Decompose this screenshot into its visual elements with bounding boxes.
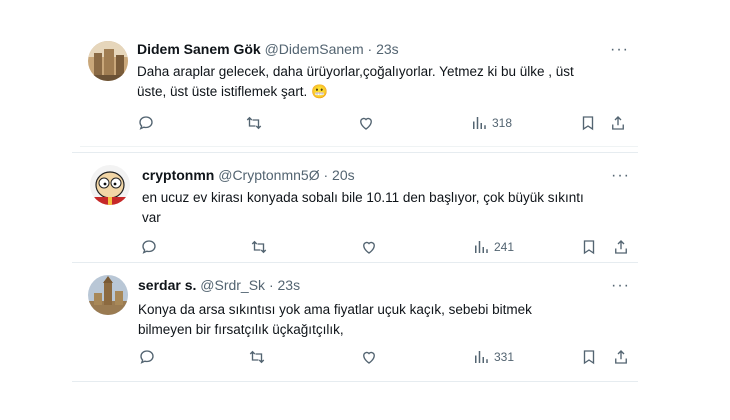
separator: · [323,167,329,183]
action-bar: 241 [140,237,630,257]
separator: · [268,277,274,293]
handle[interactable]: @Cryptonmn5Ø [218,167,319,183]
more-options-icon[interactable]: ··· [610,42,629,58]
views-count: 241 [494,240,515,254]
retweet-button[interactable] [248,347,266,367]
avatar-photo [88,41,128,81]
views-count: 331 [494,350,515,364]
timestamp[interactable]: 23s [278,277,301,293]
share-button[interactable] [612,237,630,257]
share-icon [612,116,624,130]
retweet-button[interactable] [250,237,268,257]
like-icon [363,351,375,364]
tweet-3[interactable]: serdar s. @Srdr_Sk · 23s ··· Konya da ar… [72,262,638,382]
more-options-icon[interactable]: ··· [611,278,630,294]
views-icon [473,117,486,129]
like-button[interactable] [360,347,378,367]
reply-icon [142,240,156,254]
reply-button[interactable] [137,113,155,133]
views-button[interactable]: 331 [472,347,514,367]
tweet-header: cryptonmn @Cryptonmn5Ø · 20s [142,166,355,184]
share-button[interactable] [609,113,627,133]
retweet-icon [246,116,262,130]
like-button[interactable] [360,237,378,257]
handle[interactable]: @DidemSanem [265,41,364,57]
handle[interactable]: @Srdr_Sk [200,277,265,293]
retweet-icon [249,350,265,364]
tweet-text-line: var [142,210,161,225]
action-bar: 318 [137,113,627,133]
views-button[interactable]: 318 [470,113,512,133]
separator: · [367,41,373,57]
reply-button[interactable] [140,237,158,257]
bookmark-button[interactable] [580,347,598,367]
avatar[interactable] [88,275,128,315]
share-icon [615,240,627,254]
timestamp[interactable]: 20s [332,167,355,183]
divider [80,146,638,147]
tweet-text: Daha araplar gelecek, daha ürüyorlar,çoğ… [137,62,627,102]
avatar-cartoon [90,165,130,205]
tweet-text-line: Daha araplar gelecek, daha ürüyorlar,çoğ… [137,64,574,79]
tweet-text: Konya da arsa sıkıntısı yok ama fiyatlar… [138,300,618,340]
more-options-icon[interactable]: ··· [611,168,630,184]
reply-button[interactable] [138,347,156,367]
views-button[interactable]: 241 [472,237,514,257]
views-icon [475,351,488,363]
timestamp[interactable]: 23s [376,41,399,57]
action-bar: 331 [138,347,628,367]
views-count: 318 [492,116,513,130]
tweet-text: en ucuz ev kirası konyada sobalı bile 10… [142,188,622,228]
share-button[interactable] [612,347,630,367]
bookmark-icon [583,350,595,365]
tweet-text-line: bilmeyen bir fırsatçılık üçkağıtçılık, [138,322,344,337]
avatar[interactable] [90,165,130,205]
like-icon [363,241,375,254]
tweet-text-line: üste, üst üste istiflemek şart. 😬 [137,84,328,99]
display-name[interactable]: cryptonmn [142,167,214,183]
tweet-1[interactable]: Didem Sanem Gök @DidemSanem · 23s ··· Da… [80,27,638,145]
share-icon [615,350,627,364]
display-name[interactable]: serdar s. [138,277,196,293]
reply-icon [140,350,154,364]
avatar-photo [88,275,128,315]
like-icon [360,117,372,130]
avatar[interactable] [88,41,128,81]
bookmark-button[interactable] [579,113,597,133]
views-icon [475,241,488,253]
tweet-header: Didem Sanem Gök @DidemSanem · 23s [137,40,399,58]
tweet-2[interactable]: cryptonmn @Cryptonmn5Ø · 20s ··· en ucuz… [72,152,638,263]
retweet-button[interactable] [245,113,263,133]
bookmark-icon [582,116,594,131]
tweet-text-line: Konya da arsa sıkıntısı yok ama fiyatlar… [138,302,532,317]
bookmark-icon [583,240,595,255]
display-name[interactable]: Didem Sanem Gök [137,41,261,57]
retweet-icon [251,240,267,254]
bookmark-button[interactable] [580,237,598,257]
tweet-text-line: en ucuz ev kirası konyada sobalı bile 10… [142,190,584,205]
tweet-header: serdar s. @Srdr_Sk · 23s [138,276,300,294]
like-button[interactable] [357,113,375,133]
reply-icon [139,116,153,130]
